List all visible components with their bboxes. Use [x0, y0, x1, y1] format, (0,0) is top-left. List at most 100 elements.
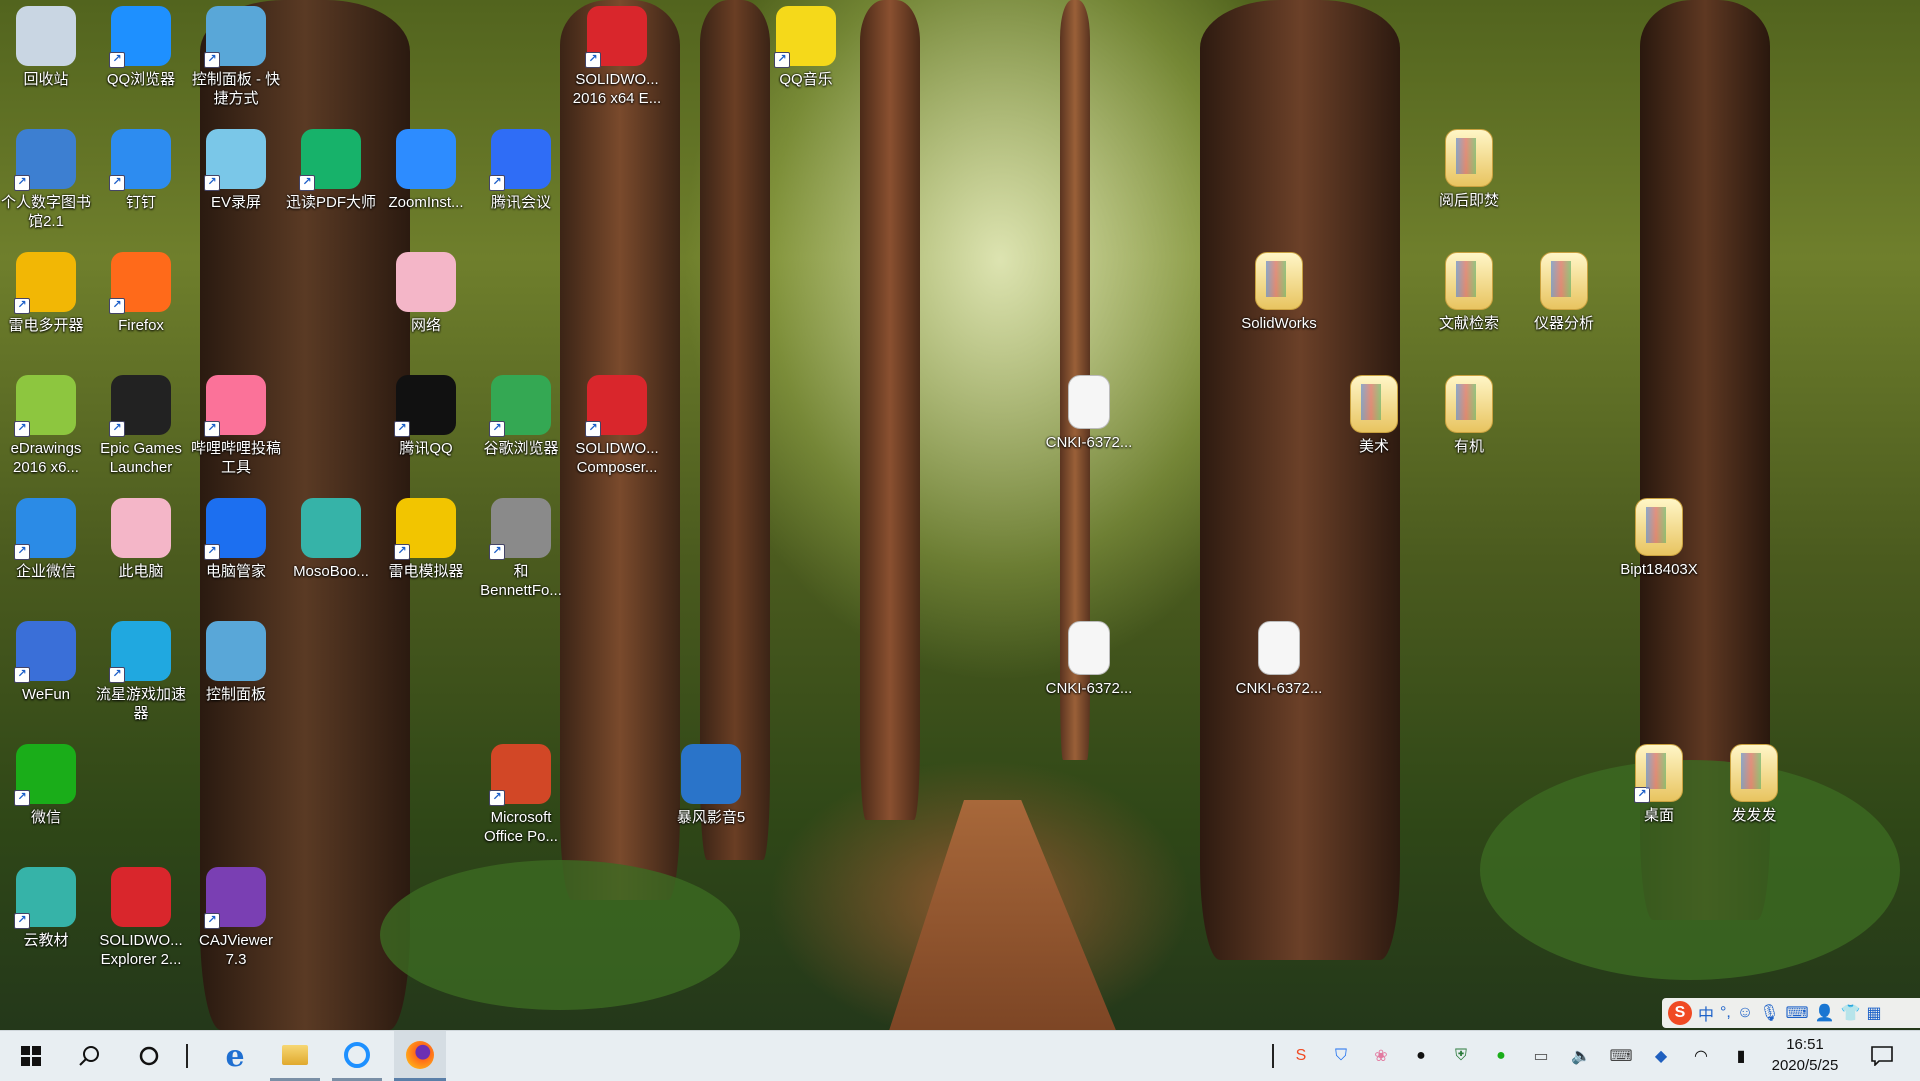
firefox-icon: [406, 1040, 434, 1069]
desktop-icon[interactable]: ↗ 个人数字图书馆2.1: [0, 123, 92, 231]
firefox-button[interactable]: [394, 1031, 446, 1081]
desktop-icon[interactable]: SOLIDWO... Explorer 2...: [95, 861, 187, 969]
desktop-icon[interactable]: ↗ QQ音乐: [760, 0, 852, 89]
desktop-icon-label: EV录屏: [210, 194, 261, 211]
keyboard-icon[interactable]: ⌨: [1786, 1003, 1809, 1023]
desktop-icon[interactable]: ↗ SOLIDWO... 2016 x64 E...: [571, 0, 663, 108]
sogou-input-icon[interactable]: S: [1290, 1045, 1312, 1067]
start-button[interactable]: [8, 1031, 54, 1081]
microphone-icon[interactable]: 🎙: [1759, 1003, 1779, 1023]
desktop-icon[interactable]: 有机: [1423, 369, 1515, 456]
desktop-icon[interactable]: 暴风影音5: [665, 738, 757, 827]
desktop-icon-label: CNKI-6372...: [1045, 680, 1133, 697]
solidworks-composer-icon: ↗: [585, 375, 647, 437]
wifi-icon[interactable]: ◠: [1690, 1045, 1712, 1067]
desktop-icon[interactable]: ↗ WeFun: [0, 615, 92, 704]
user-icon[interactable]: 👤: [1815, 1003, 1835, 1023]
desktop-icon[interactable]: ↗ CAJViewer 7.3: [190, 861, 282, 969]
desktop-icon[interactable]: 发发发: [1708, 738, 1800, 825]
desktop-icon[interactable]: ↗ EV录屏: [190, 123, 282, 212]
desktop-icon[interactable]: ZoomInst...: [380, 123, 472, 212]
desktop-icon[interactable]: 回收站: [0, 0, 92, 89]
desktop-icon[interactable]: ↗ 微信: [0, 738, 92, 827]
wechat-icon: ↗: [14, 744, 76, 806]
volume-icon[interactable]: 🔈: [1570, 1045, 1592, 1067]
desktop-icon[interactable]: ↗ 和 BennettFo...: [475, 492, 567, 600]
desktop-icon-label: 回收站: [23, 71, 69, 88]
sogou-logo-icon[interactable]: S: [1668, 1001, 1692, 1025]
action-center-button[interactable]: [1862, 1031, 1902, 1081]
desktop-icon-label: WeFun: [21, 686, 71, 703]
cortana-button[interactable]: [126, 1031, 172, 1081]
shortcut-arrow-icon: ↗: [585, 421, 601, 437]
control-panel-icon: [206, 621, 266, 681]
ime-punctuation[interactable]: °,: [1720, 1004, 1731, 1022]
desktop-icon[interactable]: ↗ 企业微信: [0, 492, 92, 581]
search-icon: [79, 1046, 99, 1066]
desktop-icon[interactable]: CNKI-6372...: [1043, 615, 1135, 698]
desktop-icon[interactable]: 文献检索: [1423, 246, 1515, 333]
desktop-icon[interactable]: ↗ 腾讯QQ: [380, 369, 472, 458]
tencent-meeting-icon: ↗: [489, 129, 551, 191]
folder-icon: [1540, 252, 1588, 310]
keyboard-icon[interactable]: ⌨: [1609, 1045, 1632, 1067]
desktop-icon[interactable]: ↗ 雷电模拟器: [380, 492, 472, 581]
desktop-icon[interactable]: ↗ 迅读PDF大师: [285, 123, 377, 212]
desktop-icon[interactable]: 阅后即焚: [1423, 123, 1515, 210]
desktop-icon[interactable]: ↗ Microsoft Office Po...: [475, 738, 567, 846]
edge-button[interactable]: e: [210, 1031, 260, 1081]
desktop-icon[interactable]: 网络: [380, 246, 472, 335]
shirt-icon[interactable]: 👕: [1841, 1003, 1861, 1023]
desktop-icon[interactable]: ↗ QQ浏览器: [95, 0, 187, 89]
desktop-icon[interactable]: CNKI-6372...: [1233, 615, 1325, 698]
desktop-icon[interactable]: ↗ 桌面: [1613, 738, 1705, 825]
search-button[interactable]: [66, 1031, 112, 1081]
desktop-icon[interactable]: ↗ 电脑管家: [190, 492, 282, 581]
zoom-icon: [396, 129, 456, 189]
mosobook-icon: [301, 498, 361, 558]
desktop-icon[interactable]: 美术: [1328, 369, 1420, 456]
clock[interactable]: 16:51 2020/5/25: [1770, 1034, 1840, 1076]
desktop-icon[interactable]: ↗ 雷电多开器: [0, 246, 92, 335]
desktop-icon[interactable]: ↗ 流星游戏加速器: [95, 615, 187, 723]
desktop-icon[interactable]: ↗ SOLIDWO... Composer...: [571, 369, 663, 477]
ime-language[interactable]: 中: [1698, 1001, 1714, 1025]
network-shield-icon[interactable]: ◆: [1650, 1045, 1672, 1067]
wechat-icon[interactable]: ●: [1490, 1045, 1512, 1067]
desktop-icon[interactable]: 仪器分析: [1518, 246, 1610, 333]
qq-browser-button[interactable]: [332, 1031, 382, 1081]
desktop-icon[interactable]: MosoBoo...: [285, 492, 377, 581]
shortcut-arrow-icon: ↗: [489, 544, 505, 560]
bennett-icon: ↗: [489, 498, 551, 560]
security-shield-icon[interactable]: ⛨: [1450, 1045, 1472, 1067]
smiley-icon[interactable]: ☺: [1737, 1004, 1753, 1022]
desktop-icon[interactable]: ↗ eDrawings 2016 x6...: [0, 369, 92, 477]
file-explorer-button[interactable]: [270, 1031, 320, 1081]
desktop-icon[interactable]: ↗ 钉钉: [95, 123, 187, 212]
desktop-icon-label: 云教材: [23, 932, 69, 949]
firefox-icon: ↗: [109, 252, 171, 314]
desktop-icon[interactable]: 控制面板: [190, 615, 282, 704]
desktop-icon[interactable]: ↗ 云教材: [0, 861, 92, 950]
desktop-icon-label: 微信: [30, 809, 61, 826]
desktop-icon[interactable]: 此电脑: [95, 492, 187, 581]
desktop-icon[interactable]: Bipt18403X: [1613, 492, 1705, 579]
pc-manager-shield-icon[interactable]: ⛉: [1330, 1045, 1352, 1067]
desktop-icon[interactable]: ↗ Epic Games Launcher: [95, 369, 187, 477]
desktop-icon[interactable]: ↗ 哔哩哔哩投稿工具: [190, 369, 282, 477]
anime-icon[interactable]: ❀: [1370, 1045, 1392, 1067]
desktop-icon[interactable]: ↗ 控制面板 - 快捷方式: [190, 0, 282, 108]
shortcut-arrow-icon: ↗: [489, 175, 505, 191]
desktop-icon[interactable]: CNKI-6372...: [1043, 369, 1135, 452]
desktop-icon[interactable]: ↗ 腾讯会议: [475, 123, 567, 212]
ime-toolbar[interactable]: S 中 °, ☺ 🎙 ⌨ 👤 👕 ▦: [1662, 998, 1920, 1028]
grid-icon[interactable]: ▦: [1866, 1003, 1881, 1023]
desktop-icon[interactable]: SolidWorks: [1233, 246, 1325, 333]
meteor-accelerator-icon: ↗: [109, 621, 171, 683]
battery-icon[interactable]: ▮: [1730, 1045, 1752, 1067]
desktop-icon[interactable]: ↗ Firefox: [95, 246, 187, 335]
qq-icon[interactable]: ●: [1410, 1045, 1432, 1067]
dingtalk-icon: ↗: [109, 129, 171, 191]
desktop-icon[interactable]: ↗ 谷歌浏览器: [475, 369, 567, 458]
monitor-icon[interactable]: ▭: [1530, 1045, 1552, 1067]
